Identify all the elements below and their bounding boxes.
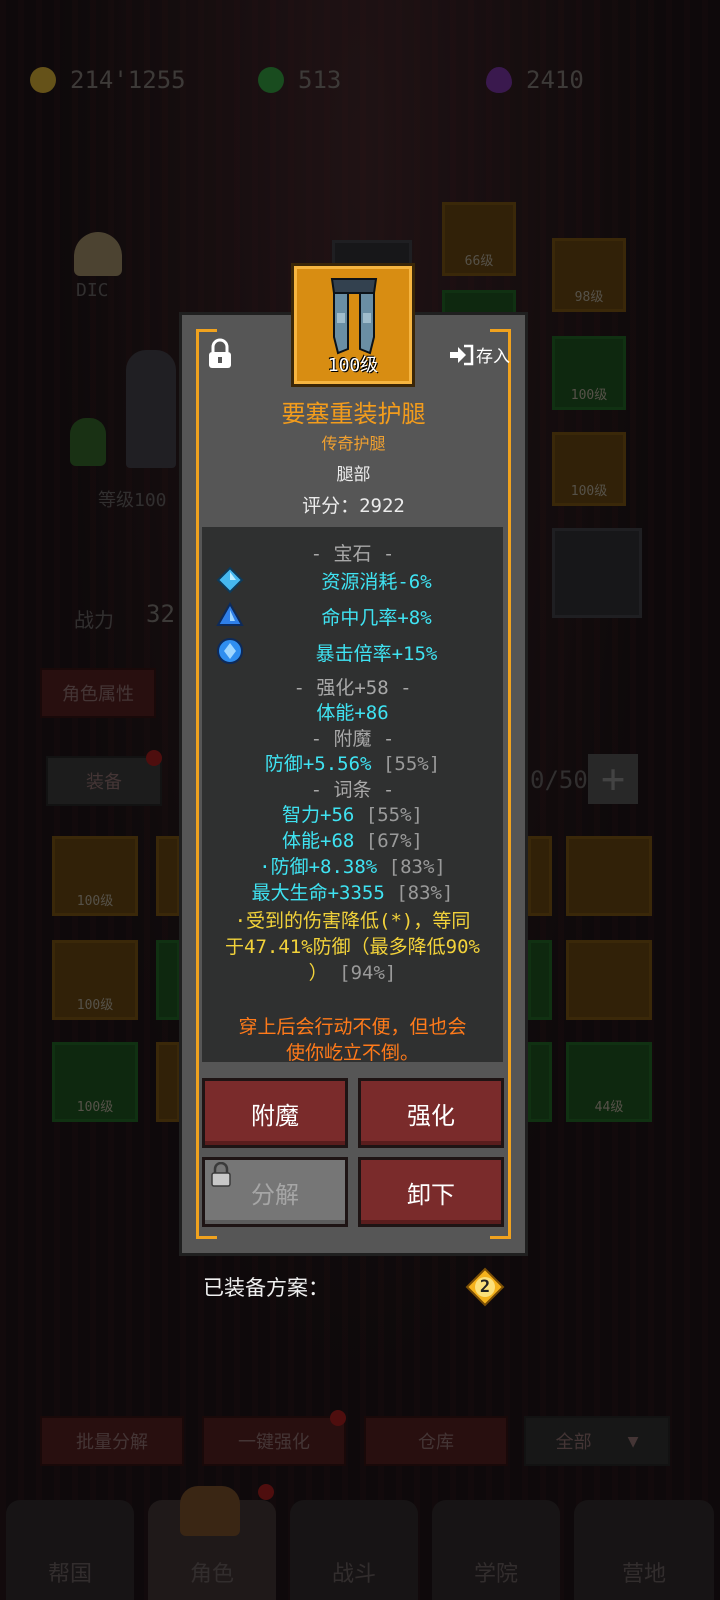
flavor-text: 使你屹立不倒。 [285, 1042, 419, 1064]
affix-roll: [55%] [365, 804, 423, 826]
diamond-gem-icon [216, 566, 244, 594]
round-gem-icon [217, 638, 243, 664]
dismantle-label: 分解 [251, 1180, 299, 1209]
special-affix-roll: [94%] [339, 962, 397, 984]
affix-value: 智力+56 [282, 804, 355, 826]
affix-header: - 词条 - [310, 779, 395, 801]
gem-stat: 资源消耗-6% [321, 571, 432, 593]
affix-roll: [83%] [396, 882, 454, 904]
affix-value: ·防御+8.38% [259, 856, 378, 878]
unequip-button[interactable]: 卸下 [358, 1157, 504, 1227]
item-score: 评分：2922 [302, 495, 405, 517]
enchant-roll: [55%] [382, 753, 441, 775]
enhance-stat: 体能+86 [316, 702, 389, 724]
affix-roll: [67%] [365, 830, 423, 852]
affix-stat: 智力+56 [55%] [202, 800, 503, 827]
enchant-button[interactable]: 附魔 [202, 1078, 348, 1148]
enter-arrow-icon [450, 344, 474, 365]
store-button[interactable]: 存入 [448, 342, 510, 367]
dismantle-button[interactable]: 分解 [202, 1157, 348, 1227]
affix-value: 最大生命+3355 [251, 882, 385, 904]
enhance-button[interactable]: 强化 [358, 1078, 504, 1148]
lock-icon [211, 1162, 231, 1187]
gem-stat: 暴击倍率+15% [315, 643, 438, 665]
enhance-header: - 强化+58 - [293, 677, 412, 699]
affix-value: 体能+68 [282, 830, 355, 852]
affix-stat: ·防御+8.38% [83%] [202, 852, 503, 879]
affix-roll: [83%] [388, 856, 446, 878]
flavor-text: 穿上后会行动不便，但也会 [238, 1016, 467, 1038]
item-level: 100级 [327, 355, 379, 376]
special-affix-end: ） [308, 962, 328, 984]
item-name: 要塞重装护腿 [281, 400, 426, 428]
affix-stat: 体能+68 [67%] [202, 826, 503, 853]
item-stats-panel: - 宝石 - 资源消耗-6% 命中几率+8% 暴击倍率+15% - 强化+58 … [202, 527, 503, 1064]
plan-number: 2 [479, 1277, 491, 1297]
enchant-header: - 附魔 - [310, 728, 395, 750]
lock-icon[interactable] [206, 338, 234, 374]
special-affix-line: ·受到的伤害降低(*)，等同 [234, 910, 471, 932]
store-label: 存入 [476, 347, 510, 367]
special-affix-line: ） [94%] [202, 958, 503, 985]
item-rarity: 传奇护腿 [321, 434, 386, 453]
affix-stat: 最大生命+3355 [83%] [202, 878, 503, 905]
special-affix-line: 于47.41%防御（最多降低90% [225, 936, 480, 958]
enchant-stat: 防御+5.56% [55%] [202, 749, 503, 776]
gems-header: - 宝石 - [310, 543, 395, 565]
equipped-plan-label: 已装备方案： [203, 1276, 329, 1300]
triangle-gem-icon [216, 601, 244, 626]
leg-armor-icon [330, 278, 378, 355]
item-slot: 腿部 [336, 465, 371, 485]
item-icon: 100级 [294, 266, 412, 384]
enchant-value: 防御+5.56% [264, 753, 372, 775]
gem-stat: 命中几率+8% [321, 607, 432, 629]
